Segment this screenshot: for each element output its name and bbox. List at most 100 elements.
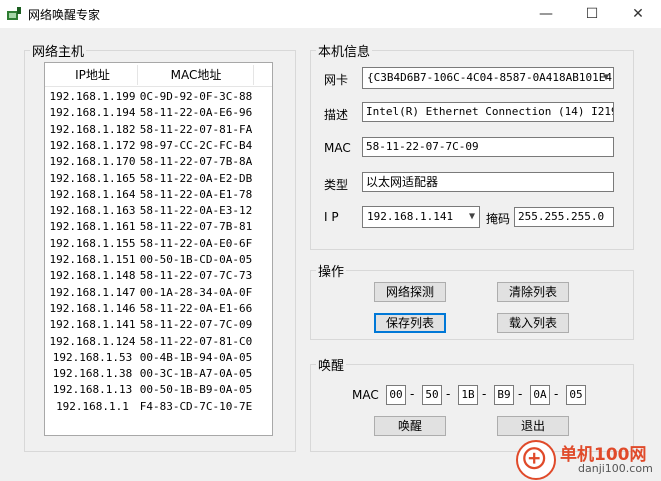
table-row[interactable]: 192.168.1.147 00-1A-28-34-0A-0F [45,285,255,301]
row-ip: 192.168.1.147 [49,285,136,299]
mac-separator: - [554,387,559,401]
row-ip: 192.168.1.161 [49,220,136,234]
column-header-mac[interactable]: MAC地址 [137,63,255,87]
table-row[interactable]: 192.168.1.164 58-11-22-0A-E1-78 [45,187,255,203]
ip-select[interactable]: 192.168.1.141 ▼ [362,206,480,228]
row-mac: 58-11-22-0A-E0-6F [139,236,253,250]
mac-separator: - [482,387,487,401]
operations-group-label: 操作 [316,261,347,280]
table-row[interactable]: 192.168.1.155 58-11-22-0A-E0-6F [45,236,255,252]
local-mac-field[interactable]: 58-11-22-07-7C-09 [362,137,614,157]
table-row[interactable]: 192.168.1.53 00-4B-1B-94-0A-05 [45,350,255,366]
row-mac: 58-11-22-0A-E3-12 [139,204,253,218]
desc-field[interactable]: Intel(R) Ethernet Connection (14) I219-V [362,102,614,122]
table-row[interactable]: 192.168.1.141 58-11-22-07-7C-09 [45,317,255,333]
table-row[interactable]: 192.168.1.163 58-11-22-0A-E3-12 [45,203,255,219]
row-ip: 192.168.1.155 [49,236,136,250]
mac-separator: - [518,387,523,401]
table-row[interactable]: 192.168.1.151 00-50-1B-CD-0A-05 [45,252,255,268]
table-row[interactable]: 192.168.1.124 58-11-22-07-81-C0 [45,334,255,350]
mac-label: MAC [324,141,351,155]
row-ip: 192.168.1.194 [49,106,136,120]
row-ip: 192.168.1.165 [49,171,136,185]
load-list-button[interactable]: 载入列表 [497,313,569,333]
table-row[interactable]: 192.168.1.194 58-11-22-0A-E6-96 [45,105,255,121]
mac-octet-4[interactable]: B9 [494,385,514,405]
row-mac: 00-3C-1B-A7-0A-05 [139,367,253,381]
row-ip: 192.168.1.163 [49,204,136,218]
ip-select-value: 192.168.1.141 [367,210,454,223]
window-title: 网络唤醒专家 [28,8,101,22]
host-list[interactable]: IP地址 MAC地址 192.168.1.199 0C-9D-92-0F-3C-8… [44,62,273,436]
row-ip: 192.168.1.164 [49,187,136,201]
save-list-button[interactable]: 保存列表 [374,313,446,333]
row-ip: 192.168.1.172 [49,138,136,152]
column-header-ip[interactable]: IP地址 [45,63,140,87]
exit-button[interactable]: 退出 [497,416,569,436]
type-label: 类型 [324,178,349,192]
app-icon [7,7,21,20]
close-button[interactable]: ✕ [615,0,661,28]
table-row[interactable]: 192.168.1.172 98-97-CC-2C-FC-B4 [45,138,255,154]
row-ip: 192.168.1.199 [49,90,136,103]
minimize-button[interactable]: — [523,0,569,28]
watermark-logo [516,440,556,480]
wake-mac-label: MAC [352,388,379,402]
scan-network-button[interactable]: 网络探测 [374,282,446,302]
row-mac: 58-11-22-07-81-FA [139,122,253,136]
row-ip: 192.168.1.1 [56,399,129,413]
row-ip: 192.168.1.146 [49,301,136,315]
maximize-button[interactable]: ☐ [569,0,615,28]
table-row[interactable]: 192.168.1.146 58-11-22-0A-E1-66 [45,301,255,317]
host-list-header: IP地址 MAC地址 [45,63,272,87]
row-ip: 192.168.1.53 [52,350,133,364]
desc-label: 描述 [324,108,349,122]
nic-label: 网卡 [324,73,349,87]
mac-separator: - [410,387,415,401]
watermark-url: danji100.com [578,462,653,475]
table-row[interactable]: 192.168.1.161 58-11-22-07-7B-81 [45,219,255,235]
operations-group [310,270,634,340]
table-row[interactable]: 192.168.1.148 58-11-22-07-7C-73 [45,268,255,284]
wake-group-label: 唤醒 [316,355,347,374]
row-ip: 192.168.1.151 [49,253,136,266]
row-mac: 58-11-22-0A-E1-66 [139,301,253,315]
row-mac: 58-11-22-07-81-C0 [139,334,253,348]
table-row[interactable]: 192.168.1.199 0C-9D-92-0F-3C-88 [45,89,255,105]
row-ip: 192.168.1.141 [49,318,136,332]
mask-field[interactable]: 255.255.255.0 [514,207,614,227]
row-ip: 192.168.1.38 [52,367,133,381]
type-field[interactable]: 以太网适配器 [362,172,614,192]
ip-label: I P [324,210,339,224]
row-mac: 58-11-22-07-7B-8A [139,155,253,169]
table-row[interactable]: 192.168.1.13 00-50-1B-B9-0A-05 [45,382,255,398]
row-mac: 58-11-22-0A-E1-78 [139,187,253,201]
row-mac: F4-83-CD-7C-10-7E [139,399,253,413]
nic-select[interactable]: {C3B4D6B7-106C-4C04-8587-0A418AB101E4} ▼ [362,67,614,89]
chevron-down-icon: ▼ [602,72,609,83]
wake-button[interactable]: 唤醒 [374,416,446,436]
mac-octet-3[interactable]: 1B [458,385,478,405]
table-row[interactable]: 192.168.1.182 58-11-22-07-81-FA [45,122,255,138]
table-row[interactable]: 192.168.1.170 58-11-22-07-7B-8A [45,154,255,170]
row-ip: 192.168.1.124 [49,334,136,348]
row-mac: 00-50-1B-B9-0A-05 [139,383,253,397]
clear-list-button[interactable]: 清除列表 [497,282,569,302]
mac-separator: - [446,387,451,401]
row-mac: 58-11-22-0A-E2-DB [139,171,253,185]
hosts-group-label: 网络主机 [30,41,87,60]
row-mac: 00-50-1B-CD-0A-05 [139,253,253,266]
mac-octet-5[interactable]: 0A [530,385,550,405]
plus-icon [523,447,546,470]
row-ip: 192.168.1.148 [49,269,136,283]
row-mac: 98-97-CC-2C-FC-B4 [139,138,253,152]
mac-octet-6[interactable]: 05 [566,385,586,405]
table-row[interactable]: 192.168.1.38 00-3C-1B-A7-0A-05 [45,366,255,382]
table-row[interactable]: 192.168.1.165 58-11-22-0A-E2-DB [45,171,255,187]
table-row[interactable]: 192.168.1.1 F4-83-CD-7C-10-7E [45,399,255,415]
mac-octet-1[interactable]: 00 [386,385,406,405]
row-mac: 58-11-22-07-7C-73 [139,269,253,283]
mac-octet-2[interactable]: 50 [422,385,442,405]
row-ip: 192.168.1.182 [49,122,136,136]
nic-select-value: {C3B4D6B7-106C-4C04-8587-0A418AB101E4} [367,71,614,84]
